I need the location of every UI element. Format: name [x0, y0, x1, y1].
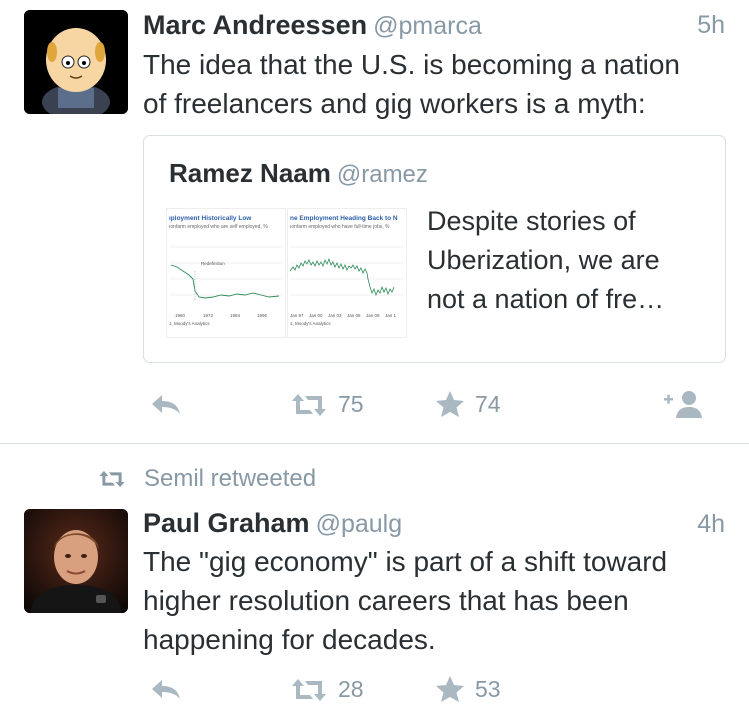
quoted-tweet-text: Despite stories of Uberization, we are n…: [427, 202, 717, 319]
thumb-title: ne Employment Heading Back to N: [290, 215, 398, 222]
thumb-line-chart: [169, 246, 283, 301]
thumb-tick: Jan 1: [385, 313, 397, 318]
quoted-image-left[interactable]: ıployment Historically Low ıonfarm emplo…: [166, 208, 286, 338]
thumb-tick: 1984: [230, 313, 241, 318]
thumb-source: 1, Moody's Analytics: [290, 321, 331, 326]
star-icon: [436, 391, 464, 417]
favorite-button[interactable]: 74: [435, 390, 501, 418]
thumb-subtitle: ıonfarm employed who have full-time jobs…: [290, 224, 390, 230]
thumb-source: 1, Moody's Analytics: [169, 321, 210, 326]
thumb-tick: Jan 03: [328, 313, 342, 318]
follow-button[interactable]: [662, 388, 704, 420]
retweet-context-icon: [99, 470, 125, 488]
favorite-button[interactable]: 53: [435, 675, 501, 703]
quoted-text-line: not a nation of fre…: [427, 284, 665, 314]
retweet-count: 75: [338, 391, 364, 417]
tweet-text-line: The idea that the U.S. is becoming a nat…: [143, 49, 680, 80]
tweet-divider: [0, 443, 749, 444]
quoted-text-line: Despite stories of: [427, 206, 636, 236]
tweet-text: The idea that the U.S. is becoming a nat…: [143, 45, 733, 123]
author-name[interactable]: Paul Graham: [143, 508, 310, 538]
thumb-tick: Jan 00: [309, 313, 323, 318]
thumb-subtitle: ıonfarm employed who are self employed, …: [169, 224, 268, 230]
reply-icon: [152, 395, 180, 414]
tweet-text-line: higher resolution careers that has been: [143, 585, 629, 616]
quoted-author-name: Ramez Naam: [169, 158, 331, 188]
tweet-author-name[interactable]: Paul Graham @paulg: [143, 508, 402, 539]
reply-icon: [152, 680, 180, 699]
retweet-context[interactable]: Semil retweeted: [98, 465, 316, 493]
avatar-marc-andreessen[interactable]: [24, 10, 128, 114]
retweet-button[interactable]: 75: [290, 391, 364, 418]
thumb-tick: 1996: [257, 313, 268, 318]
thumb-tick: Jan 06: [347, 313, 361, 318]
tweet-author-name[interactable]: Marc Andreessen @pmarca: [143, 10, 482, 41]
avatar-image: [24, 10, 128, 114]
retweet-icon: [292, 393, 326, 416]
quoted-author-handle: @ramez: [336, 161, 428, 188]
quoted-tweet-card[interactable]: Ramez Naam @ramez ıployment Historically …: [143, 135, 726, 363]
quoted-image-right[interactable]: ne Employment Heading Back to N ıonfarm …: [287, 208, 407, 338]
author-handle[interactable]: @pmarca: [373, 12, 482, 40]
reply-button[interactable]: [150, 677, 182, 701]
tweet-text-line: of freelancers and gig workers is a myth…: [143, 88, 646, 119]
tweet-text: The "gig economy" is part of a shift tow…: [143, 542, 733, 659]
quoted-author: Ramez Naam @ramez: [169, 158, 428, 189]
reply-button[interactable]: [150, 392, 182, 416]
favorite-count: 74: [475, 390, 501, 417]
thumb-line-chart: [289, 246, 404, 297]
retweet-button[interactable]: 28: [290, 676, 364, 703]
thumb-tick: Jan 09: [366, 313, 380, 318]
thumb-tick: Jan 97: [290, 313, 304, 318]
tweet-timestamp[interactable]: 5h: [697, 11, 725, 40]
avatar-paul-graham[interactable]: [24, 509, 128, 613]
tweet-timestamp[interactable]: 4h: [697, 510, 725, 539]
thumb-tick: 1972: [203, 313, 214, 318]
author-name[interactable]: Marc Andreessen: [143, 10, 367, 40]
thumb-annotation: Redefinition: [201, 261, 225, 266]
tweet-text-line: happening for decades.: [143, 624, 436, 655]
thumb-title: ıployment Historically Low: [169, 215, 252, 222]
follow-icon: [664, 391, 702, 418]
retweet-count: 28: [338, 676, 364, 702]
thumb-tick: 1960: [175, 313, 186, 318]
retweet-icon: [292, 678, 326, 701]
retweet-context-label: Semil retweeted: [144, 465, 317, 492]
quoted-text-line: Uberization, we are: [427, 245, 660, 275]
avatar-image: [24, 509, 128, 613]
author-handle[interactable]: @paulg: [316, 510, 403, 538]
tweet-text-line: The "gig economy" is part of a shift tow…: [143, 546, 668, 577]
favorite-count: 53: [475, 675, 501, 702]
star-icon: [436, 676, 464, 702]
